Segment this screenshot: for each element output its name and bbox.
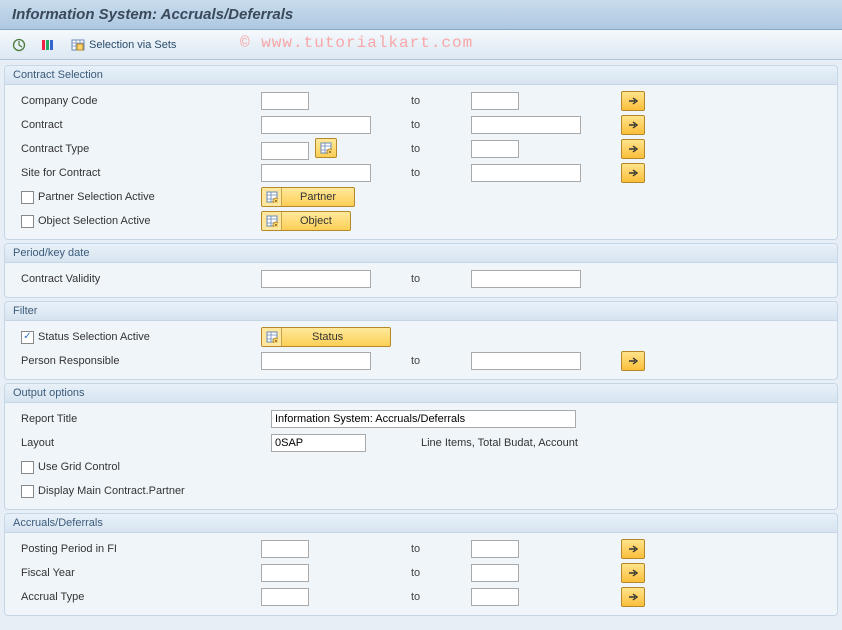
to-label: to bbox=[411, 591, 471, 603]
group-output: Output options Report Title Layout Line … bbox=[4, 383, 838, 510]
multi-select-fiscal-year[interactable] bbox=[621, 563, 645, 583]
button-object-label: Object bbox=[282, 215, 350, 227]
multi-select-posting-period[interactable] bbox=[621, 539, 645, 559]
group-filter: Filter ✓ Status Selection Active Status … bbox=[4, 301, 838, 380]
group-title-contract: Contract Selection bbox=[5, 66, 837, 85]
label-report-title: Report Title bbox=[11, 413, 271, 425]
label-company-code: Company Code bbox=[11, 95, 261, 107]
input-contract-from[interactable] bbox=[261, 116, 371, 134]
expand-icon bbox=[262, 188, 282, 206]
label-grid-control: Use Grid Control bbox=[38, 461, 120, 473]
group-title-period: Period/key date bbox=[5, 244, 837, 263]
button-partner-label: Partner bbox=[282, 191, 354, 203]
group-period: Period/key date Contract Validity to bbox=[4, 243, 838, 298]
input-site-to[interactable] bbox=[471, 164, 581, 182]
group-title-output: Output options bbox=[5, 384, 837, 403]
checkbox-main-partner[interactable] bbox=[21, 485, 34, 498]
group-accruals: Accruals/Deferrals Posting Period in FI … bbox=[4, 513, 838, 616]
input-accrual-type-from[interactable] bbox=[261, 588, 309, 606]
label-accrual-type: Accrual Type bbox=[11, 591, 261, 603]
expand-icon bbox=[262, 212, 282, 230]
page-title: Information System: Accruals/Deferrals bbox=[0, 0, 842, 30]
input-layout[interactable] bbox=[271, 434, 366, 452]
watermark-text: © www.tutorialkart.com bbox=[240, 34, 473, 52]
label-partner-selection: Partner Selection Active bbox=[38, 191, 155, 203]
button-status[interactable]: Status bbox=[261, 327, 391, 347]
button-status-label: Status bbox=[282, 331, 373, 343]
layout-info-text: Line Items, Total Budat, Account bbox=[366, 437, 578, 449]
input-company-code-from[interactable] bbox=[261, 92, 309, 110]
input-company-code-to[interactable] bbox=[471, 92, 519, 110]
input-contract-type-to[interactable] bbox=[471, 140, 519, 158]
label-object-selection: Object Selection Active bbox=[38, 215, 151, 227]
to-label: to bbox=[411, 119, 471, 131]
input-site-from[interactable] bbox=[261, 164, 371, 182]
execute-icon[interactable] bbox=[8, 34, 30, 56]
group-contract-selection: Contract Selection Company Code to Contr… bbox=[4, 65, 838, 240]
group-title-filter: Filter bbox=[5, 302, 837, 321]
to-label: to bbox=[411, 143, 471, 155]
input-contract-type-from[interactable] bbox=[261, 142, 309, 160]
checkbox-status-selection[interactable]: ✓ bbox=[21, 331, 34, 344]
button-object[interactable]: Object bbox=[261, 211, 351, 231]
input-posting-period-from[interactable] bbox=[261, 540, 309, 558]
label-person-responsible: Person Responsible bbox=[11, 355, 261, 367]
multi-select-contract[interactable] bbox=[621, 115, 645, 135]
value-help-contract-type[interactable] bbox=[315, 138, 337, 158]
multi-select-accrual-type[interactable] bbox=[621, 587, 645, 607]
selection-via-sets-label: Selection via Sets bbox=[89, 39, 176, 51]
multi-select-contract-type[interactable] bbox=[621, 139, 645, 159]
group-title-accruals: Accruals/Deferrals bbox=[5, 514, 837, 533]
label-posting-period: Posting Period in FI bbox=[11, 543, 261, 555]
label-main-partner: Display Main Contract.Partner bbox=[38, 485, 185, 497]
label-contract: Contract bbox=[11, 119, 261, 131]
input-person-from[interactable] bbox=[261, 352, 371, 370]
label-layout: Layout bbox=[11, 437, 271, 449]
input-report-title[interactable] bbox=[271, 410, 576, 428]
label-contract-validity: Contract Validity bbox=[11, 273, 261, 285]
label-site-for-contract: Site for Contract bbox=[11, 167, 261, 179]
input-validity-from[interactable] bbox=[261, 270, 371, 288]
input-person-to[interactable] bbox=[471, 352, 581, 370]
variant-icon[interactable] bbox=[36, 34, 58, 56]
to-label: to bbox=[411, 167, 471, 179]
to-label: to bbox=[411, 567, 471, 579]
to-label: to bbox=[411, 355, 471, 367]
input-fiscal-year-from[interactable] bbox=[261, 564, 309, 582]
to-label: to bbox=[411, 273, 471, 285]
input-accrual-type-to[interactable] bbox=[471, 588, 519, 606]
label-fiscal-year: Fiscal Year bbox=[11, 567, 261, 579]
multi-select-site[interactable] bbox=[621, 163, 645, 183]
to-label: to bbox=[411, 95, 471, 107]
expand-icon bbox=[262, 328, 282, 346]
label-status-selection: Status Selection Active bbox=[38, 331, 150, 343]
checkbox-grid-control[interactable] bbox=[21, 461, 34, 474]
to-label: to bbox=[411, 543, 471, 555]
multi-select-company-code[interactable] bbox=[621, 91, 645, 111]
input-posting-period-to[interactable] bbox=[471, 540, 519, 558]
toolbar: Selection via Sets © www.tutorialkart.co… bbox=[0, 30, 842, 60]
multi-select-person[interactable] bbox=[621, 351, 645, 371]
input-validity-to[interactable] bbox=[471, 270, 581, 288]
button-partner[interactable]: Partner bbox=[261, 187, 355, 207]
checkbox-partner-selection[interactable] bbox=[21, 191, 34, 204]
input-fiscal-year-to[interactable] bbox=[471, 564, 519, 582]
checkbox-object-selection[interactable] bbox=[21, 215, 34, 228]
label-contract-type: Contract Type bbox=[11, 143, 261, 155]
selection-via-sets-button[interactable]: Selection via Sets bbox=[64, 35, 183, 55]
input-contract-to[interactable] bbox=[471, 116, 581, 134]
